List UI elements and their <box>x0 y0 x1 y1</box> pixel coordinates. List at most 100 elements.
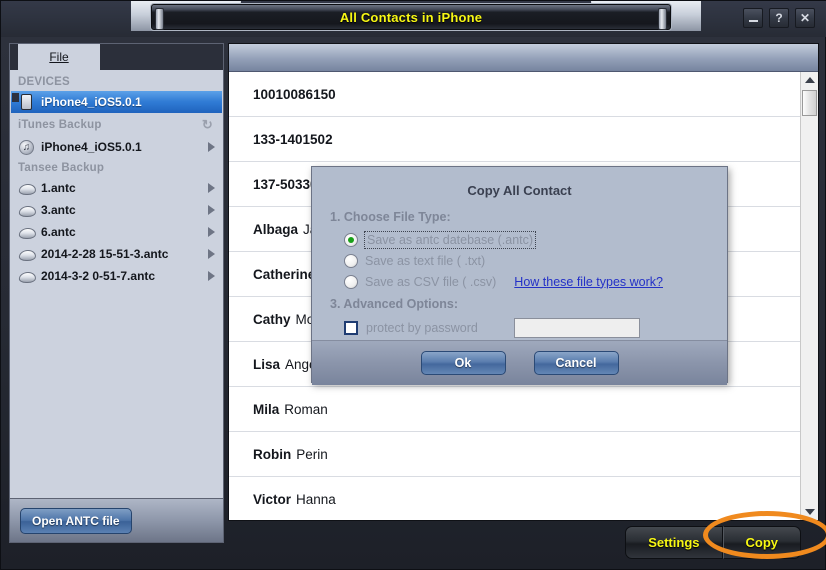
chevron-right-icon[interactable] <box>208 271 215 281</box>
contact-last-name: Perin <box>296 446 328 462</box>
dialog-footer: Ok Cancel <box>312 340 727 385</box>
sidebar-item-2014-3-2-antc[interactable]: 2014-3-2 0-51-7.antc <box>10 265 223 287</box>
contact-first-name: Robin <box>253 446 292 462</box>
disc-icon <box>18 227 37 239</box>
radio-icon[interactable] <box>344 274 358 289</box>
group-label-text: iTunes Backup <box>18 119 102 131</box>
refresh-icon[interactable]: ↻ <box>202 117 213 133</box>
scroll-down-button[interactable] <box>801 504 818 520</box>
group-label-text: Tansee Backup <box>18 162 105 174</box>
dialog-section-advanced-label: 3. Advanced Options: <box>330 297 459 311</box>
sidebar-item-label: 1.antc <box>41 181 76 195</box>
help-button[interactable]: ? <box>769 8 789 28</box>
sidebar-item-label: iPhone4_iOS5.0.1 <box>41 140 142 154</box>
radio-label-csv: Save as CSV file ( .csv) <box>365 274 497 289</box>
table-row[interactable]: 10010086150 <box>229 72 800 117</box>
contact-first-name: Lisa <box>253 356 281 372</box>
tab-file[interactable]: File <box>18 44 100 70</box>
sidebar-item-label: 2014-2-28 15-51-3.antc <box>41 247 169 261</box>
dialog-body: 1. Choose File Type: Save as antc dateba… <box>312 198 727 340</box>
title-bar: All Contacts in iPhone ? ✕ <box>1 1 826 37</box>
radio-icon[interactable] <box>344 253 358 268</box>
radio-icon-selected[interactable] <box>344 232 358 247</box>
radio-option-antc[interactable]: Save as antc datebase (.antc) <box>344 229 727 250</box>
settings-button[interactable]: Settings <box>625 525 723 559</box>
window-title: All Contacts in iPhone <box>339 10 483 25</box>
sidebar-footer: Open ANTC file <box>10 498 223 542</box>
window-controls: ? ✕ <box>743 8 815 28</box>
sidebar-item-device-iphone4[interactable]: iPhone4_iOS5.0.1 <box>11 91 222 113</box>
ok-button[interactable]: Ok <box>420 351 506 375</box>
table-row[interactable]: Mila Roman <box>229 387 800 432</box>
sidebar-group-tansee-label: Tansee Backup <box>10 158 223 177</box>
itunes-icon: ♫ <box>19 139 34 155</box>
scrollbar-track[interactable] <box>801 88 818 504</box>
sidebar-item-6-antc[interactable]: 6.antc <box>10 221 223 243</box>
radio-label-antc: Save as antc datebase (.antc) <box>363 230 537 249</box>
sidebar-item-label: 3.antc <box>41 203 76 217</box>
sidebar-group-devices-label: DEVICES <box>10 72 223 91</box>
sidebar: DEVICES iPhone4_iOS5.0.1 iTunes Backup ↻… <box>10 70 223 498</box>
contact-last-name: Hanna <box>296 491 336 507</box>
dialog-section-file-type-label: 1. Choose File Type: <box>330 210 451 224</box>
contact-first-name: 10010086150 <box>253 86 336 102</box>
contact-first-name: Cathy <box>253 311 291 327</box>
left-panel: File DEVICES iPhone4_iOS5.0.1 iTunes Bac… <box>9 43 224 543</box>
bottom-action-bar: Settings Copy <box>228 521 819 563</box>
triangle-down-icon <box>804 509 815 515</box>
iphone-icon <box>21 94 32 110</box>
sidebar-item-2014-2-28-antc[interactable]: 2014-2-28 15-51-3.antc <box>10 243 223 265</box>
tab-file-label: File <box>49 50 69 64</box>
sidebar-item-label: iPhone4_iOS5.0.1 <box>41 95 142 109</box>
title-plate: All Contacts in iPhone <box>151 4 671 30</box>
tab-row: File <box>10 44 223 70</box>
vertical-scrollbar[interactable] <box>800 72 818 520</box>
group-label-text: DEVICES <box>18 76 70 88</box>
contact-first-name: Victor <box>253 491 292 507</box>
chevron-right-icon[interactable] <box>208 227 215 237</box>
radio-option-csv[interactable]: Save as CSV file ( .csv) How these file … <box>344 271 727 292</box>
file-types-help-link[interactable]: How these file types work? <box>514 275 663 289</box>
chevron-right-icon[interactable] <box>208 249 215 259</box>
radio-option-txt[interactable]: Save as text file ( .txt) <box>344 250 727 271</box>
disc-icon <box>18 183 37 195</box>
contact-list-header <box>229 44 818 72</box>
table-row[interactable]: Robin Perin <box>229 432 800 477</box>
sidebar-item-label: 6.antc <box>41 225 76 239</box>
cancel-button[interactable]: Cancel <box>533 351 619 375</box>
password-input[interactable] <box>513 318 640 338</box>
close-button[interactable]: ✕ <box>795 8 815 28</box>
sidebar-group-itunes-label: iTunes Backup ↻ <box>10 113 223 136</box>
minimize-button[interactable] <box>743 8 763 28</box>
disc-icon <box>18 205 37 217</box>
copy-all-contact-dialog: Copy All Contact 1. Choose File Type: Sa… <box>311 166 728 385</box>
contact-first-name: Catherine <box>253 266 316 282</box>
protect-password-checkbox[interactable] <box>344 321 358 335</box>
sidebar-item-1-antc[interactable]: 1.antc <box>10 177 223 199</box>
application-window: All Contacts in iPhone ? ✕ File DEVICES … <box>0 0 826 570</box>
radio-label-txt: Save as text file ( .txt) <box>365 253 486 268</box>
protect-password-row: protect by password <box>344 316 727 340</box>
disc-icon <box>18 249 37 261</box>
chevron-right-icon[interactable] <box>208 183 215 193</box>
chevron-right-icon[interactable] <box>208 205 215 215</box>
disc-icon <box>18 271 37 283</box>
sidebar-item-itunes-iphone4[interactable]: ♫ iPhone4_iOS5.0.1 <box>10 136 223 158</box>
contact-last-name: Roman <box>284 401 328 417</box>
sidebar-item-3-antc[interactable]: 3.antc <box>10 199 223 221</box>
dialog-title: Copy All Contact <box>467 183 572 198</box>
table-row[interactable]: Victor Hanna <box>229 477 800 520</box>
chevron-right-icon[interactable] <box>208 142 215 152</box>
triangle-up-icon <box>804 77 815 83</box>
contact-first-name: Albaga <box>253 221 299 237</box>
contact-first-name: 137-50330 <box>253 176 318 192</box>
scroll-up-button[interactable] <box>801 72 818 88</box>
protect-password-label: protect by password <box>366 321 478 335</box>
scrollbar-thumb[interactable] <box>802 90 817 116</box>
minimize-icon <box>748 20 758 22</box>
copy-button[interactable]: Copy <box>722 525 801 559</box>
table-row[interactable]: 133-1401502 <box>229 117 800 162</box>
contact-first-name: 133-1401502 <box>253 131 333 147</box>
contact-first-name: Mila <box>253 401 280 417</box>
open-antc-file-button[interactable]: Open ANTC file <box>20 507 132 534</box>
